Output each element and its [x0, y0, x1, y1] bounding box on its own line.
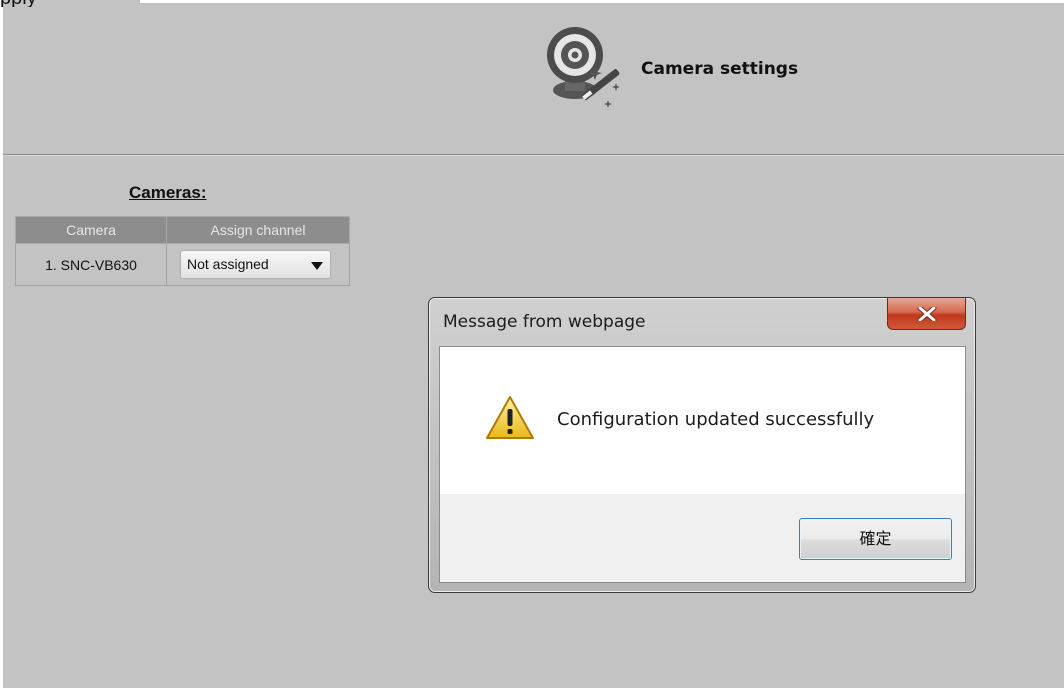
- camera-name-cell: 1. SNC-VB630: [15, 243, 167, 286]
- dialog-title: Message from webpage: [443, 312, 646, 332]
- column-header-camera: Camera: [15, 216, 167, 244]
- close-icon: [917, 307, 937, 321]
- dialog-message-area: Configuration updated successfully: [440, 347, 965, 494]
- table-header-row: Camera Assign channel: [15, 216, 350, 244]
- column-header-assign-channel: Assign channel: [166, 216, 350, 244]
- channel-cell: Not assigned: [166, 243, 350, 286]
- warning-icon: [486, 396, 534, 439]
- dropdown-arrow-icon: [311, 262, 323, 270]
- channel-select[interactable]: Not assigned: [180, 250, 331, 279]
- cameras-heading: Cameras:: [129, 183, 207, 202]
- camera-settings-icon: [547, 27, 620, 108]
- ok-button[interactable]: 確定: [799, 518, 952, 560]
- channel-select-value: Not assigned: [187, 256, 269, 272]
- page-title: Camera settings: [641, 59, 799, 79]
- dialog-close-button[interactable]: [887, 298, 966, 330]
- cameras-table: Camera Assign channel 1. SNC-VB630 Not a…: [15, 216, 350, 286]
- dialog-body: Configuration updated successfully 確定: [439, 346, 966, 583]
- dialog-message: Configuration updated successfully: [557, 409, 875, 430]
- message-dialog: Message from webpage Configuration updat…: [428, 297, 976, 593]
- header-divider-highlight: [3, 155, 1064, 156]
- page-header: [3, 3, 1064, 154]
- table-row: 1. SNC-VB630 Not assigned: [15, 243, 350, 286]
